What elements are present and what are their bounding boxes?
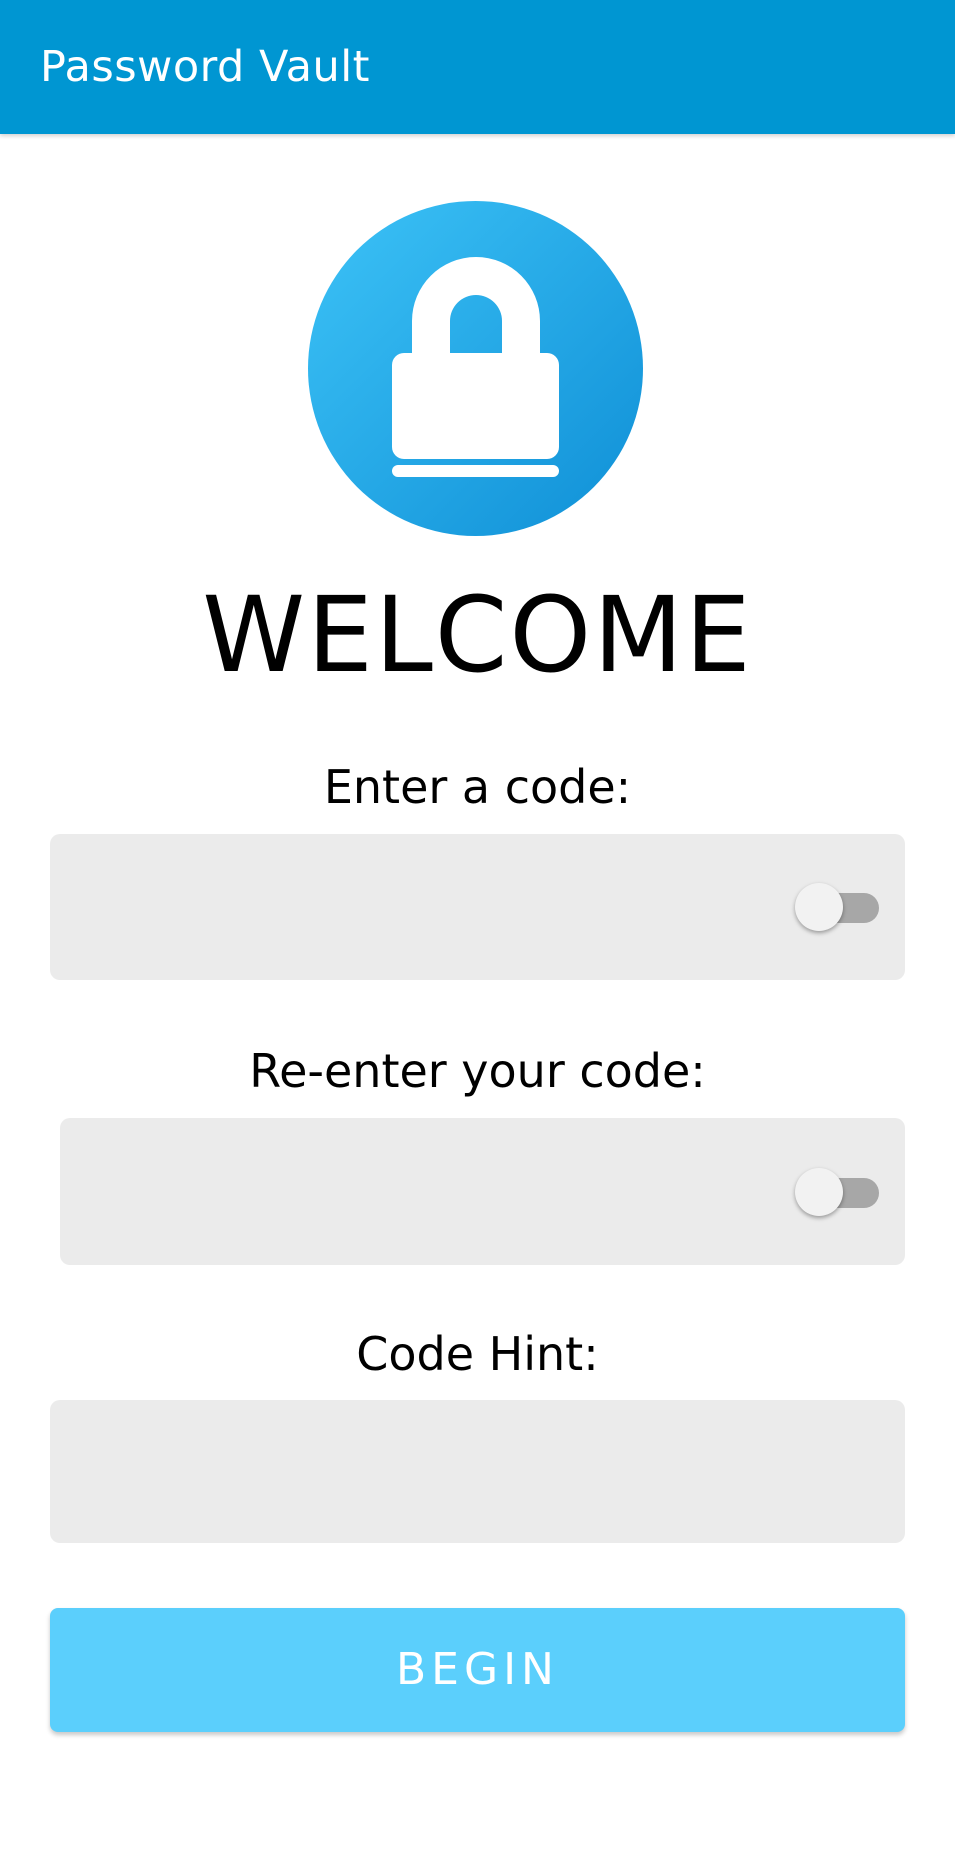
code-hint-label: Code Hint: — [356, 1327, 599, 1381]
reenter-code-field[interactable] — [60, 1118, 905, 1265]
code-label: Enter a code: — [323, 760, 632, 814]
reenter-code-label: Re-enter your code: — [249, 1044, 706, 1098]
toggle-thumb — [795, 883, 843, 931]
app-bar: Password Vault — [0, 0, 955, 134]
toggle-thumb — [795, 1168, 843, 1216]
padlock-icon — [308, 201, 643, 536]
show-reenter-code-toggle[interactable] — [795, 1164, 879, 1220]
begin-button[interactable]: BEGIN — [50, 1608, 905, 1732]
show-code-toggle[interactable] — [795, 879, 879, 935]
welcome-heading: WELCOME — [202, 574, 753, 696]
code-field[interactable] — [50, 834, 905, 980]
app-title: Password Vault — [40, 42, 371, 92]
code-hint-field[interactable] — [50, 1400, 905, 1543]
app-screen: Password Vault WELCOME Enter a code: Re-… — [0, 0, 955, 1860]
